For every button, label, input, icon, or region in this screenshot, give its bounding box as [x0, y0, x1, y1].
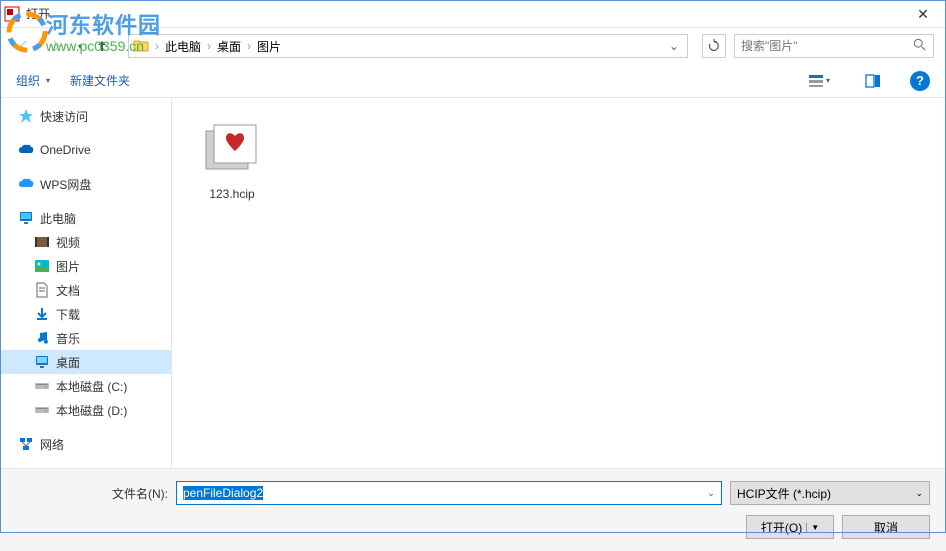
sidebar-disk-d[interactable]: 本地磁盘 (D:): [0, 398, 171, 422]
sidebar-music[interactable]: 音乐: [0, 326, 171, 350]
network-icon: [18, 436, 34, 452]
nav-forward-button[interactable]: [44, 34, 68, 58]
organize-menu[interactable]: 组织 ▾: [16, 72, 50, 89]
help-button[interactable]: ?: [910, 71, 930, 91]
picture-icon: [34, 258, 50, 274]
filename-input[interactable]: [176, 481, 722, 505]
cancel-button[interactable]: 取消: [842, 515, 930, 539]
chevron-down-icon: ⌄: [915, 488, 923, 499]
preview-pane-button[interactable]: [856, 70, 890, 92]
chevron-down-icon: ▾: [46, 76, 50, 85]
breadcrumb-item[interactable]: 图片: [253, 38, 285, 55]
filename-dropdown[interactable]: ⌄: [701, 482, 721, 504]
search-icon[interactable]: [913, 38, 927, 55]
search-box[interactable]: [734, 34, 934, 58]
drive-icon: [34, 378, 50, 394]
sidebar-video[interactable]: 视频: [0, 230, 171, 254]
chevron-down-icon: ▾: [826, 76, 830, 85]
nav-history-dropdown[interactable]: ▾: [78, 42, 82, 51]
sidebar-pictures[interactable]: 图片: [0, 254, 171, 278]
sidebar-network[interactable]: 网络: [0, 432, 171, 456]
filetype-select[interactable]: HCIP文件 (*.hcip) ⌄: [730, 481, 930, 505]
file-item[interactable]: 123.hcip: [186, 112, 278, 208]
nav-up-button[interactable]: [90, 34, 114, 58]
file-name-label: 123.hcip: [209, 187, 254, 201]
toolbar: 组织 ▾ 新建文件夹 ▾ ?: [0, 64, 946, 98]
sidebar-desktop[interactable]: 桌面: [0, 350, 171, 374]
titlebar: 打开 ✕: [0, 0, 946, 28]
chevron-right-icon: ›: [205, 39, 213, 53]
sidebar-onedrive[interactable]: OneDrive: [0, 138, 171, 162]
filename-label: 文件名(N):: [16, 485, 168, 502]
breadcrumb[interactable]: › 此电脑 › 桌面 › 图片 ⌄: [128, 34, 688, 58]
close-button[interactable]: ✕: [900, 0, 946, 28]
search-input[interactable]: [741, 39, 913, 53]
breadcrumb-item[interactable]: 桌面: [213, 38, 245, 55]
sidebar-documents[interactable]: 文档: [0, 278, 171, 302]
file-thumbnail-icon: [196, 119, 268, 181]
nav-row: ▾ › 此电脑 › 桌面 › 图片 ⌄: [0, 28, 946, 64]
star-icon: [18, 108, 34, 124]
view-mode-button[interactable]: ▾: [802, 70, 836, 92]
video-icon: [34, 234, 50, 250]
desktop-icon: [34, 354, 50, 370]
sidebar-disk-c[interactable]: 本地磁盘 (C:): [0, 374, 171, 398]
window-title: 打开: [26, 5, 50, 22]
open-button[interactable]: 打开(O) ▼: [746, 515, 834, 539]
sidebar-quick-access[interactable]: 快速访问: [0, 104, 171, 128]
cloud-icon: [18, 142, 34, 158]
nav-back-button[interactable]: [12, 34, 36, 58]
folder-icon: [133, 38, 149, 55]
cloud-icon: [18, 176, 34, 192]
chevron-right-icon: ›: [153, 39, 161, 53]
document-icon: [34, 282, 50, 298]
drive-icon: [34, 402, 50, 418]
app-icon: [4, 6, 20, 22]
refresh-button[interactable]: [702, 34, 726, 58]
bottom-panel: 文件名(N): ⌄ HCIP文件 (*.hcip) ⌄ 打开(O) ▼ 取消: [0, 468, 946, 551]
file-content-area[interactable]: 123.hcip: [172, 98, 946, 468]
chevron-right-icon: ›: [245, 39, 253, 53]
new-folder-button[interactable]: 新建文件夹: [70, 72, 130, 89]
breadcrumb-item[interactable]: 此电脑: [161, 38, 205, 55]
download-icon: [34, 306, 50, 322]
main-area: 快速访问 OneDrive WPS网盘 此电脑 视频 图片 文档: [0, 98, 946, 468]
sidebar-wps[interactable]: WPS网盘: [0, 172, 171, 196]
breadcrumb-dropdown[interactable]: ⌄: [665, 39, 683, 53]
sidebar: 快速访问 OneDrive WPS网盘 此电脑 视频 图片 文档: [0, 98, 172, 468]
sidebar-this-pc[interactable]: 此电脑: [0, 206, 171, 230]
monitor-icon: [18, 210, 34, 226]
sidebar-downloads[interactable]: 下载: [0, 302, 171, 326]
music-icon: [34, 330, 50, 346]
chevron-down-icon: ▼: [806, 523, 819, 532]
